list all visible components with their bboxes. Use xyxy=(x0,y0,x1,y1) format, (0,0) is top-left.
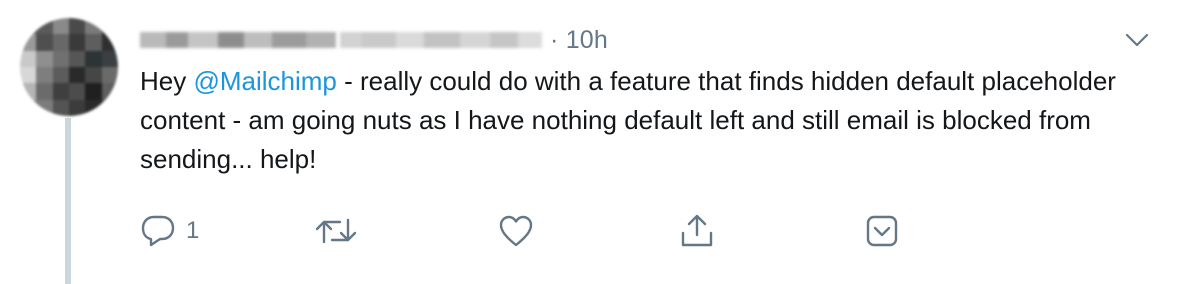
avatar-pixel xyxy=(20,83,37,100)
retweet-icon xyxy=(315,218,357,244)
share-button[interactable] xyxy=(679,207,715,255)
avatar-pixel xyxy=(36,18,53,35)
tweet-text: Hey @Mailchimp - really could do with a … xyxy=(140,62,1160,179)
avatar-pixel xyxy=(52,67,69,84)
dm-button[interactable] xyxy=(864,207,900,255)
avatar-pixel xyxy=(101,67,118,84)
avatar-pixel xyxy=(36,50,53,67)
avatar-pixel xyxy=(20,67,37,84)
avatar-pixel xyxy=(85,99,102,116)
avatar-pixel xyxy=(85,67,102,84)
avatar[interactable] xyxy=(20,18,118,116)
avatar-pixel xyxy=(36,83,53,100)
avatar-pixel xyxy=(20,18,37,35)
reply-count: 1 xyxy=(186,217,200,244)
avatar-pixel xyxy=(69,99,86,116)
thread-line xyxy=(65,118,71,284)
avatar-pixel xyxy=(69,18,86,35)
avatar-pixel xyxy=(36,34,53,51)
avatar-pixel xyxy=(101,99,118,116)
avatar-pixel xyxy=(52,34,69,51)
chevron-down-icon xyxy=(1125,33,1149,47)
avatar-pixel xyxy=(52,50,69,67)
avatar-pixel xyxy=(69,67,86,84)
dm-icon xyxy=(866,215,898,247)
retweet-button[interactable] xyxy=(314,207,368,255)
avatar-pixel xyxy=(69,50,86,67)
avatar-pixel xyxy=(36,99,53,116)
tweet-header: · 10h xyxy=(140,22,608,58)
reply-icon xyxy=(141,215,175,247)
avatar-pixel xyxy=(85,18,102,35)
like-button[interactable] xyxy=(498,207,544,255)
avatar-pixel xyxy=(52,18,69,35)
avatar-pixel xyxy=(85,83,102,100)
separator-dot: · xyxy=(550,25,559,54)
mention-link[interactable]: @Mailchimp xyxy=(193,66,336,96)
author-name-blurred[interactable] xyxy=(140,25,542,55)
avatar-pixel xyxy=(85,50,102,67)
avatar-pixel xyxy=(52,83,69,100)
avatar-pixel xyxy=(20,34,37,51)
avatar-pixel xyxy=(36,67,53,84)
tweet-text-before: Hey xyxy=(140,66,194,96)
avatar-pixel xyxy=(85,34,102,51)
timestamp-link[interactable]: 10h xyxy=(566,26,608,54)
avatar-pixel xyxy=(101,83,118,100)
avatar-pixel xyxy=(101,18,118,35)
avatar-pixel xyxy=(20,99,37,116)
share-icon xyxy=(681,214,713,247)
heart-icon xyxy=(499,215,533,247)
timestamp-row: · 10h xyxy=(550,26,608,55)
more-options-button[interactable] xyxy=(1122,28,1152,52)
avatar-pixel xyxy=(101,34,118,51)
avatar-pixel xyxy=(69,83,86,100)
reply-button[interactable]: 1 xyxy=(140,207,199,255)
avatar-pixel xyxy=(52,99,69,116)
avatar-pixel xyxy=(101,50,118,67)
avatar-pixel xyxy=(20,50,37,67)
avatar-pixel xyxy=(69,34,86,51)
